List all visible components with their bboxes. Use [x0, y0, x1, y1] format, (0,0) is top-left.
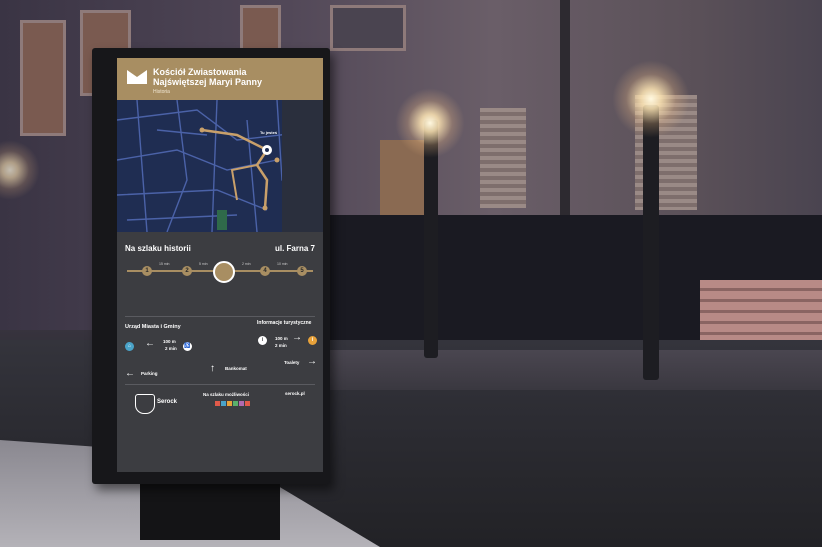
- night-street-scene: Kościół Zwiastowania Najświętszej Maryi …: [0, 0, 822, 547]
- slogan-colorbar-icon: [215, 401, 250, 406]
- serock-crest-icon: [135, 394, 155, 414]
- tourist-info-badge-icon: i: [308, 336, 317, 345]
- tourist-info-distance: 100 m: [275, 336, 288, 341]
- you-are-here-label: Tu jesteś: [260, 130, 278, 135]
- tourist-info-label: Informacje turystyczne: [257, 320, 312, 326]
- route-time: 10 min: [277, 262, 288, 266]
- wayfinding-sign: Kościół Zwiastowania Najświętszej Maryi …: [117, 58, 323, 472]
- lamp-glow: [395, 88, 465, 158]
- curb: [330, 350, 822, 390]
- route-time: 2 min: [242, 262, 251, 266]
- street-lamp: [643, 105, 659, 380]
- toilets-label: Toalety: [284, 360, 300, 365]
- window: [240, 5, 281, 51]
- slogan: Na szlaku możliwości: [203, 392, 250, 397]
- route-title: Na szlaku historii: [125, 244, 191, 253]
- parking-label: Parking: [141, 371, 158, 376]
- route-stop-5: 5: [297, 266, 307, 276]
- route-map: Tu jesteś: [117, 99, 323, 233]
- sign-title-line2: Najświętszej Maryi Panny: [153, 77, 263, 87]
- town-hall-label: Urząd Miasta i Gminy: [125, 324, 181, 330]
- divider: [125, 316, 315, 317]
- sign-title-line1: Kościół Zwiastowania: [153, 67, 247, 77]
- church-logo-icon: [127, 70, 147, 84]
- town-hall-icon: ⌂: [125, 342, 134, 351]
- arrow-right-icon: →: [307, 356, 317, 367]
- route-stop-1: 1: [142, 266, 152, 276]
- divider: [125, 384, 315, 385]
- arrow-up-icon: ↑: [210, 363, 215, 374]
- window: [20, 20, 66, 136]
- route-time: 15 min: [159, 262, 170, 266]
- window-shutter: [480, 108, 526, 208]
- atm-label: Bankomat: [225, 366, 247, 371]
- sign-subtitle: Historia: [153, 89, 170, 95]
- brand-name: Serock: [157, 399, 178, 405]
- town-hall-distance: 100 m: [163, 339, 176, 344]
- arrow-left-icon: ←: [125, 368, 135, 379]
- street-address: ul. Farna 7: [274, 244, 315, 253]
- arrow-right-icon: →: [292, 332, 302, 343]
- info-icon: i: [258, 336, 267, 345]
- lamp-glow: [612, 60, 690, 138]
- route-stop-4: 4: [260, 266, 270, 276]
- town-hall-time: 2 min: [165, 346, 177, 351]
- route-time: 5 min: [199, 262, 208, 266]
- sign-header: Kościół Zwiastowania Najświętszej Maryi …: [117, 58, 323, 100]
- route-stop-3-current: [213, 261, 235, 283]
- route-stop-2: 2: [182, 266, 192, 276]
- website: serock.pl: [285, 391, 305, 396]
- arrow-left-icon: ←: [145, 338, 155, 349]
- tourist-info-time: 2 min: [275, 343, 287, 348]
- street-map: [117, 99, 323, 233]
- window: [330, 5, 406, 51]
- accessibility-icon: ♿: [183, 342, 192, 351]
